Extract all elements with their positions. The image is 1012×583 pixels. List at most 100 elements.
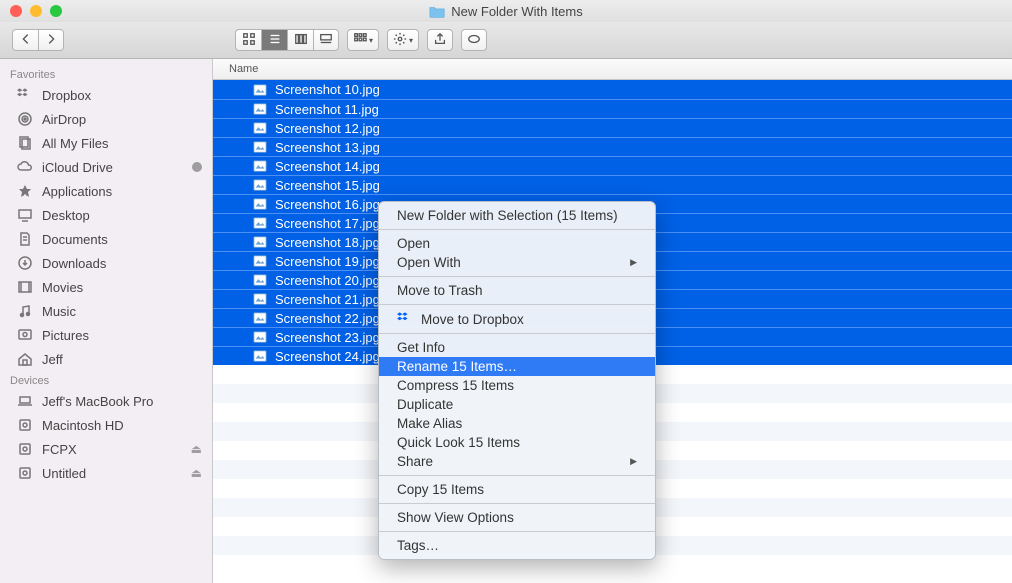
menu-item-open-with[interactable]: Open With — [379, 253, 655, 272]
progress-badge-icon — [192, 162, 202, 172]
sidebar-item-label: Jeff — [42, 352, 63, 367]
sidebar-item-jeff-s-macbook-pro[interactable]: Jeff's MacBook Pro — [0, 389, 212, 413]
view-mode-group — [235, 29, 339, 51]
menu-item-show-view-options[interactable]: Show View Options — [379, 508, 655, 527]
menu-item-move-to-dropbox[interactable]: Move to Dropbox — [379, 309, 655, 329]
menu-item-share[interactable]: Share — [379, 452, 655, 471]
sidebar-item-documents[interactable]: Documents — [0, 227, 212, 251]
image-file-icon — [253, 235, 267, 249]
menu-item-copy-15-items[interactable]: Copy 15 Items — [379, 480, 655, 499]
menu-item-get-info[interactable]: Get Info — [379, 338, 655, 357]
sidebar-item-icloud-drive[interactable]: iCloud Drive — [0, 155, 212, 179]
menu-item-label: New Folder with Selection (15 Items) — [397, 208, 618, 223]
grid-icon — [242, 32, 256, 49]
tags-button[interactable] — [461, 29, 487, 51]
list-view-button[interactable] — [261, 29, 287, 51]
file-name: Screenshot 16.jpg — [275, 197, 380, 212]
sidebar-item-applications[interactable]: AApplications — [0, 179, 212, 203]
coverflow-view-button[interactable] — [313, 29, 339, 51]
menu-separator — [379, 503, 655, 504]
movies-icon — [16, 278, 34, 296]
file-row[interactable]: Screenshot 12.jpg — [213, 118, 1012, 137]
menu-item-label: Move to Trash — [397, 283, 483, 298]
minimize-window-button[interactable] — [30, 5, 42, 17]
menu-item-quick-look-15-items[interactable]: Quick Look 15 Items — [379, 433, 655, 452]
image-file-icon — [253, 197, 267, 211]
sidebar-item-movies[interactable]: Movies — [0, 275, 212, 299]
menu-item-label: Open — [397, 236, 430, 251]
home-icon — [16, 350, 34, 368]
action-button[interactable]: ▾ — [387, 29, 419, 51]
menu-item-label: Tags… — [397, 538, 439, 553]
file-row[interactable]: Screenshot 11.jpg — [213, 99, 1012, 118]
close-window-button[interactable] — [10, 5, 22, 17]
downloads-icon — [16, 254, 34, 272]
sidebar-item-desktop[interactable]: Desktop — [0, 203, 212, 227]
nav-buttons — [12, 29, 64, 51]
menu-item-move-to-trash[interactable]: Move to Trash — [379, 281, 655, 300]
file-row[interactable]: Screenshot 13.jpg — [213, 137, 1012, 156]
disk-icon — [16, 440, 34, 458]
image-file-icon — [253, 83, 267, 97]
menu-item-compress-15-items[interactable]: Compress 15 Items — [379, 376, 655, 395]
back-button[interactable] — [12, 29, 38, 51]
sidebar-item-label: Dropbox — [42, 88, 91, 103]
image-file-icon — [253, 216, 267, 230]
sidebar-item-airdrop[interactable]: AirDrop — [0, 107, 212, 131]
image-file-icon — [253, 254, 267, 268]
column-view-button[interactable] — [287, 29, 313, 51]
menu-item-tags[interactable]: Tags… — [379, 536, 655, 555]
sidebar-item-macintosh-hd[interactable]: Macintosh HD — [0, 413, 212, 437]
gear-icon — [393, 32, 407, 49]
menu-separator — [379, 333, 655, 334]
sidebar-item-label: Macintosh HD — [42, 418, 124, 433]
sidebar-item-jeff[interactable]: Jeff — [0, 347, 212, 371]
sidebar-item-dropbox[interactable]: Dropbox — [0, 83, 212, 107]
disk-icon — [16, 416, 34, 434]
file-name: Screenshot 13.jpg — [275, 140, 380, 155]
forward-button[interactable] — [38, 29, 64, 51]
share-button[interactable] — [427, 29, 453, 51]
file-name: Screenshot 18.jpg — [275, 235, 380, 250]
image-file-icon — [253, 349, 267, 363]
file-name: Screenshot 23.jpg — [275, 330, 380, 345]
image-file-icon — [253, 311, 267, 325]
menu-item-make-alias[interactable]: Make Alias — [379, 414, 655, 433]
image-file-icon — [253, 178, 267, 192]
menu-item-label: Copy 15 Items — [397, 482, 484, 497]
menu-item-open[interactable]: Open — [379, 234, 655, 253]
sidebar-item-pictures[interactable]: Pictures — [0, 323, 212, 347]
menu-item-label: Compress 15 Items — [397, 378, 514, 393]
disk-icon — [16, 464, 34, 482]
fullscreen-window-button[interactable] — [50, 5, 62, 17]
file-row[interactable]: Screenshot 14.jpg — [213, 156, 1012, 175]
svg-text:A: A — [22, 188, 28, 197]
sidebar-item-fcpx[interactable]: FCPX⏏ — [0, 437, 212, 461]
sidebar-item-label: Music — [42, 304, 76, 319]
eject-icon[interactable]: ⏏ — [191, 466, 202, 480]
file-name: Screenshot 15.jpg — [275, 178, 380, 193]
file-row[interactable]: Screenshot 15.jpg — [213, 175, 1012, 194]
chevron-right-icon — [44, 32, 58, 49]
tag-icon — [467, 32, 481, 49]
sidebar-item-music[interactable]: Music — [0, 299, 212, 323]
laptop-icon — [16, 392, 34, 410]
menu-item-duplicate[interactable]: Duplicate — [379, 395, 655, 414]
file-row[interactable]: Screenshot 10.jpg — [213, 80, 1012, 99]
sidebar-item-all-my-files[interactable]: All My Files — [0, 131, 212, 155]
image-file-icon — [253, 330, 267, 344]
column-header-name[interactable]: Name — [213, 59, 1012, 80]
sidebar-item-downloads[interactable]: Downloads — [0, 251, 212, 275]
sidebar-item-label: All My Files — [42, 136, 108, 151]
sidebar-item-untitled[interactable]: Untitled⏏ — [0, 461, 212, 485]
menu-item-new-folder-with-selection-15-items[interactable]: New Folder with Selection (15 Items) — [379, 206, 655, 225]
toolbar: ▾ ▾ — [0, 22, 1012, 59]
arrange-button[interactable]: ▾ — [347, 29, 379, 51]
eject-icon[interactable]: ⏏ — [191, 442, 202, 456]
menu-item-rename-15-items[interactable]: Rename 15 Items… — [379, 357, 655, 376]
sidebar-item-label: Pictures — [42, 328, 89, 343]
menu-separator — [379, 475, 655, 476]
menu-separator — [379, 276, 655, 277]
icon-view-button[interactable] — [235, 29, 261, 51]
file-name: Screenshot 20.jpg — [275, 273, 380, 288]
